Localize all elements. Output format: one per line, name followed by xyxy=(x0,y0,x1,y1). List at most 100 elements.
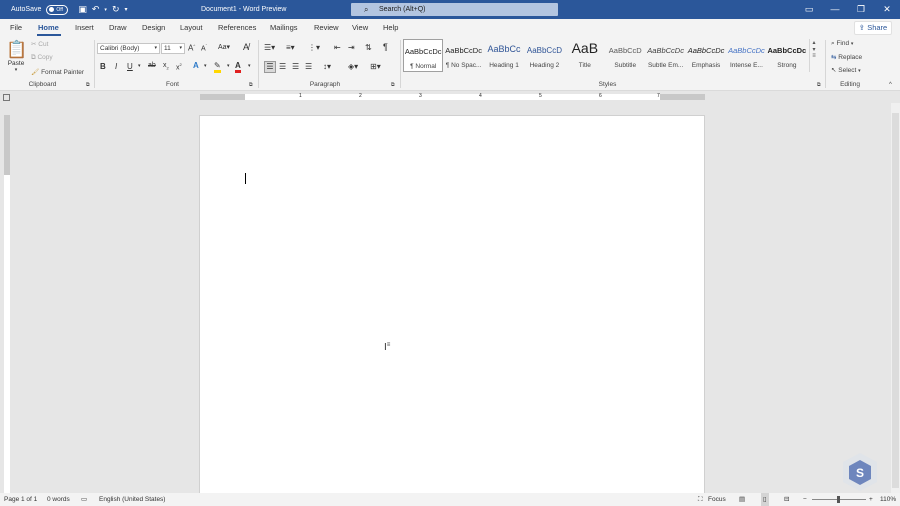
close-button[interactable]: ✕ xyxy=(874,0,900,19)
undo-icon[interactable]: ↶ xyxy=(92,4,100,15)
autosave-toggle[interactable]: Off xyxy=(46,4,69,15)
align-center-icon[interactable]: ☰ xyxy=(279,62,286,71)
focus-label[interactable]: Focus xyxy=(708,493,726,506)
decrease-indent-icon[interactable]: ⇤ xyxy=(334,43,341,52)
style-heading-2[interactable]: AaBbCcD Heading 2 xyxy=(524,39,564,72)
styles-launcher-icon[interactable]: ⧉ xyxy=(817,82,821,88)
undo-dropdown-icon[interactable]: ▾ xyxy=(104,7,107,13)
line-spacing-icon[interactable]: ↕▾ xyxy=(323,62,331,71)
style-title[interactable]: AaB Title xyxy=(565,39,605,72)
borders-icon[interactable]: ⊞▾ xyxy=(370,62,381,71)
style-heading-1[interactable]: AaBbCc Heading 1 xyxy=(484,39,524,72)
tab-selector-icon[interactable] xyxy=(3,94,10,101)
zoom-level[interactable]: 110% xyxy=(880,493,896,506)
grow-font-icon[interactable]: A^ xyxy=(188,43,195,53)
tab-mailings[interactable]: Mailings xyxy=(270,19,298,37)
font-color-icon[interactable]: A xyxy=(235,61,241,73)
horizontal-ruler[interactable]: 1 2 3 4 5 6 7 xyxy=(245,93,660,100)
underline-icon[interactable]: U xyxy=(127,62,133,71)
style-subtle-emphasis[interactable]: AaBbCcDc Subtle Em... xyxy=(645,39,685,72)
font-size-select[interactable]: 11 ▾ xyxy=(161,43,185,54)
tab-layout[interactable]: Layout xyxy=(180,19,203,37)
style-name: Subtle Em... xyxy=(647,62,684,69)
focus-icon[interactable]: ⛶ xyxy=(698,493,703,506)
paste-button[interactable]: 📋 Paste ▾ xyxy=(6,40,27,76)
tab-help[interactable]: Help xyxy=(383,19,398,37)
redo-icon[interactable]: ↻ xyxy=(112,4,120,15)
tab-design[interactable]: Design xyxy=(142,19,165,37)
zoom-slider-thumb[interactable] xyxy=(837,496,840,503)
cut-button[interactable]: ✂ Cut xyxy=(31,40,48,48)
ribbon-display-icon[interactable]: ▭ xyxy=(796,0,822,19)
save-icon[interactable]: ▣ xyxy=(78,4,87,15)
show-formatting-icon[interactable]: ¶ xyxy=(383,42,388,52)
underline-dropdown-icon[interactable]: ▾ xyxy=(138,63,141,69)
style-strong[interactable]: AaBbCcDc Strong xyxy=(767,39,807,72)
shrink-font-icon[interactable]: Aˇ xyxy=(201,43,207,52)
style-intense-emphasis[interactable]: AaBbCcDc Intense E... xyxy=(726,39,766,72)
change-case-icon[interactable]: Aa▾ xyxy=(218,43,230,51)
tab-insert[interactable]: Insert xyxy=(75,19,94,37)
increase-indent-icon[interactable]: ⇥ xyxy=(348,43,355,52)
italic-icon[interactable]: I xyxy=(115,62,117,71)
print-layout-icon[interactable]: ▯ xyxy=(761,493,769,506)
format-painter-button[interactable]: 🖌 Format Painter xyxy=(31,68,84,76)
scrollbar-thumb[interactable] xyxy=(892,113,899,488)
customize-qat-icon[interactable]: ▾ xyxy=(124,6,127,13)
font-launcher-icon[interactable]: ⧉ xyxy=(249,82,253,88)
find-button[interactable]: ⌕ Find ▾ xyxy=(831,40,853,48)
web-layout-icon[interactable]: ⊟ xyxy=(784,493,789,506)
style-preview: AaBbCcDc xyxy=(728,46,765,55)
tab-review[interactable]: Review xyxy=(314,19,339,37)
tab-view[interactable]: View xyxy=(352,19,368,37)
page-count[interactable]: Page 1 of 1 xyxy=(4,493,37,506)
proofing-icon[interactable]: ▭ xyxy=(81,493,87,506)
numbering-icon[interactable]: ≡▾ xyxy=(286,43,295,52)
language-indicator[interactable]: English (United States) xyxy=(99,493,165,506)
strikethrough-icon[interactable]: ab xyxy=(148,62,156,69)
zoom-in-icon[interactable]: + xyxy=(869,493,873,506)
shading-icon[interactable]: ◈▾ xyxy=(348,62,358,71)
highlight-icon[interactable]: ✎ xyxy=(214,61,221,73)
copy-button[interactable]: ⧉ Copy xyxy=(31,54,53,62)
chevron-down-icon[interactable]: ▾ xyxy=(810,46,818,53)
tab-references[interactable]: References xyxy=(218,19,256,37)
clear-formatting-icon[interactable]: A̸ xyxy=(243,42,249,52)
superscript-icon[interactable]: x2 xyxy=(176,62,182,71)
read-mode-icon[interactable]: ▤ xyxy=(739,493,745,506)
replace-button[interactable]: ⇆ Replace xyxy=(831,53,862,61)
align-right-icon[interactable]: ☰ xyxy=(292,62,299,71)
tab-draw[interactable]: Draw xyxy=(109,19,127,37)
paragraph-launcher-icon[interactable]: ⧉ xyxy=(391,82,395,88)
select-button[interactable]: ↖ Select ▾ xyxy=(831,66,861,74)
zoom-out-icon[interactable]: − xyxy=(803,493,807,506)
highlight-dropdown-icon[interactable]: ▾ xyxy=(227,63,230,69)
multilevel-list-icon[interactable]: ⋮▾ xyxy=(308,43,320,52)
more-styles-icon[interactable]: ≡ xyxy=(810,53,818,59)
bold-icon[interactable]: B xyxy=(100,62,106,71)
sort-icon[interactable]: ⇅ xyxy=(365,43,372,52)
search-box[interactable]: ⌕ Search (Alt+Q) xyxy=(351,3,558,16)
font-color-dropdown-icon[interactable]: ▾ xyxy=(248,63,251,69)
style-no-spacing[interactable]: AaBbCcDc ¶ No Spac... xyxy=(443,39,483,72)
clipboard-launcher-icon[interactable]: ⧉ xyxy=(86,82,90,88)
style-normal[interactable]: AaBbCcDc ¶ Normal xyxy=(403,39,444,72)
minimize-button[interactable]: — xyxy=(822,0,848,19)
subscript-icon[interactable]: x2 xyxy=(163,62,169,70)
style-subtitle[interactable]: AaBbCcD Subtitle xyxy=(605,39,645,72)
align-left-icon[interactable]: ☰ xyxy=(264,61,276,73)
share-button[interactable]: ⇪ Share xyxy=(854,21,892,35)
document-page[interactable] xyxy=(199,115,705,495)
bullets-icon[interactable]: ☰▾ xyxy=(264,43,275,52)
style-emphasis[interactable]: AaBbCcDc Emphasis xyxy=(686,39,726,72)
tab-file[interactable]: File xyxy=(10,19,22,37)
ribbon-tabs: File Home Insert Draw Design Layout Refe… xyxy=(0,19,900,37)
word-count[interactable]: 0 words xyxy=(47,493,70,506)
restore-button[interactable]: ❐ xyxy=(848,0,874,19)
justify-icon[interactable]: ☰ xyxy=(305,62,312,71)
font-family-select[interactable]: Calibri (Body) ▾ xyxy=(97,43,160,54)
collapse-ribbon-icon[interactable]: ^ xyxy=(889,82,892,88)
chevron-up-icon[interactable]: ▴ xyxy=(810,39,818,46)
text-effects-dropdown-icon[interactable]: ▾ xyxy=(204,63,207,69)
text-effects-icon[interactable]: A xyxy=(193,61,199,70)
